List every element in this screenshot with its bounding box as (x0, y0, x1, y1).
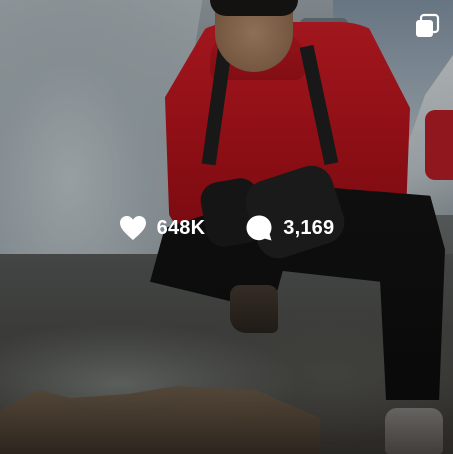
heart-icon (119, 215, 147, 241)
comment-bubble-icon (245, 214, 273, 242)
comments-count: 3,169 (283, 217, 335, 239)
post-thumbnail[interactable]: 648K 3,169 (0, 0, 453, 454)
likes-count: 648K (156, 217, 206, 239)
comments-stat: 3,169 (245, 214, 334, 242)
likes-stat: 648K (119, 215, 206, 241)
carousel-album-icon (414, 13, 440, 39)
post-stats: 648K 3,169 (0, 214, 453, 242)
